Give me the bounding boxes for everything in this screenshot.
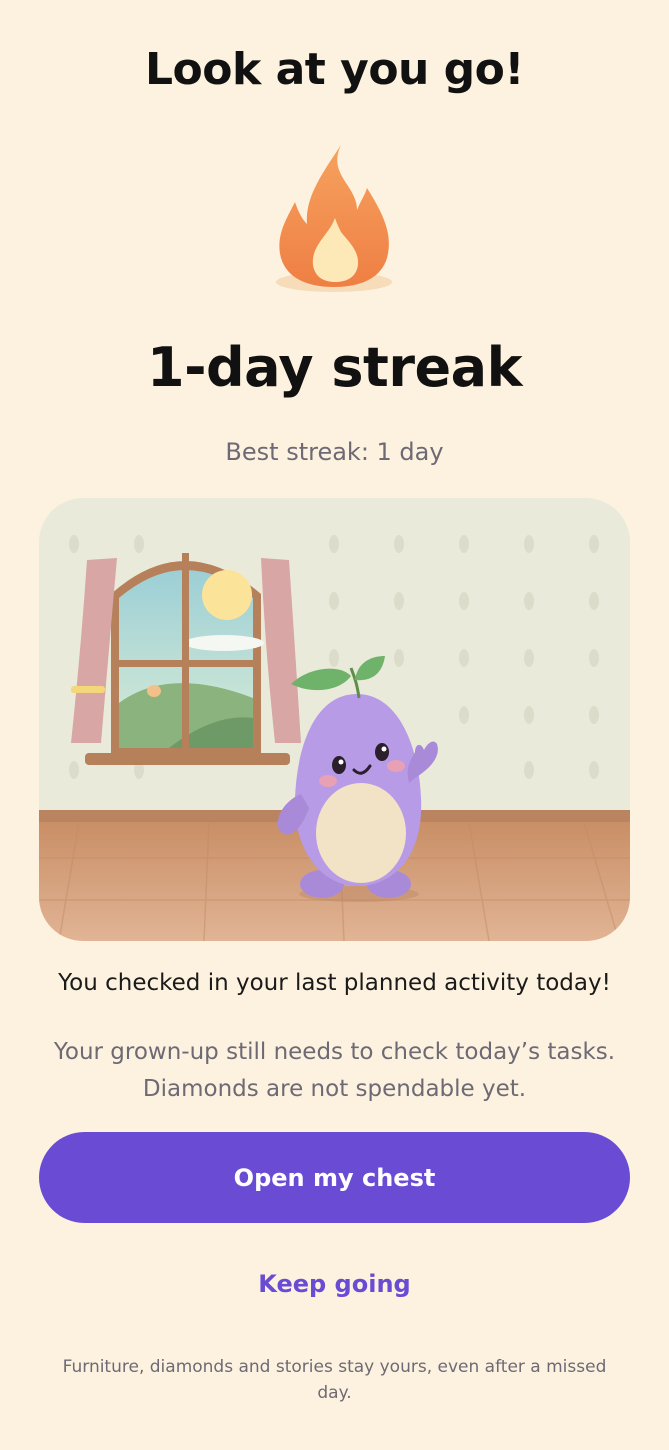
open-chest-button[interactable]: Open my chest [39,1132,630,1223]
page-title: Look at you go! [145,44,524,95]
streak-title: 1-day streak [147,336,522,399]
parent-approval-note: Your grown-up still needs to check today… [40,1034,629,1108]
checkin-message: You checked in your last planned activit… [58,970,611,996]
note-line-2: Diamonds are not spendable yet. [142,1076,527,1102]
mascot-room-illustration [39,498,630,941]
keep-going-button[interactable]: Keep going [0,1270,669,1298]
footer-note: Furniture, diamonds and stories stay you… [62,1357,607,1403]
streak-screen: Look at you go! 1-day streak Best streak… [0,0,669,1450]
flame-icon [269,140,399,300]
note-line-1: Your grown-up still needs to check today… [53,1039,616,1065]
best-streak-label: Best streak: 1 day [225,438,444,466]
